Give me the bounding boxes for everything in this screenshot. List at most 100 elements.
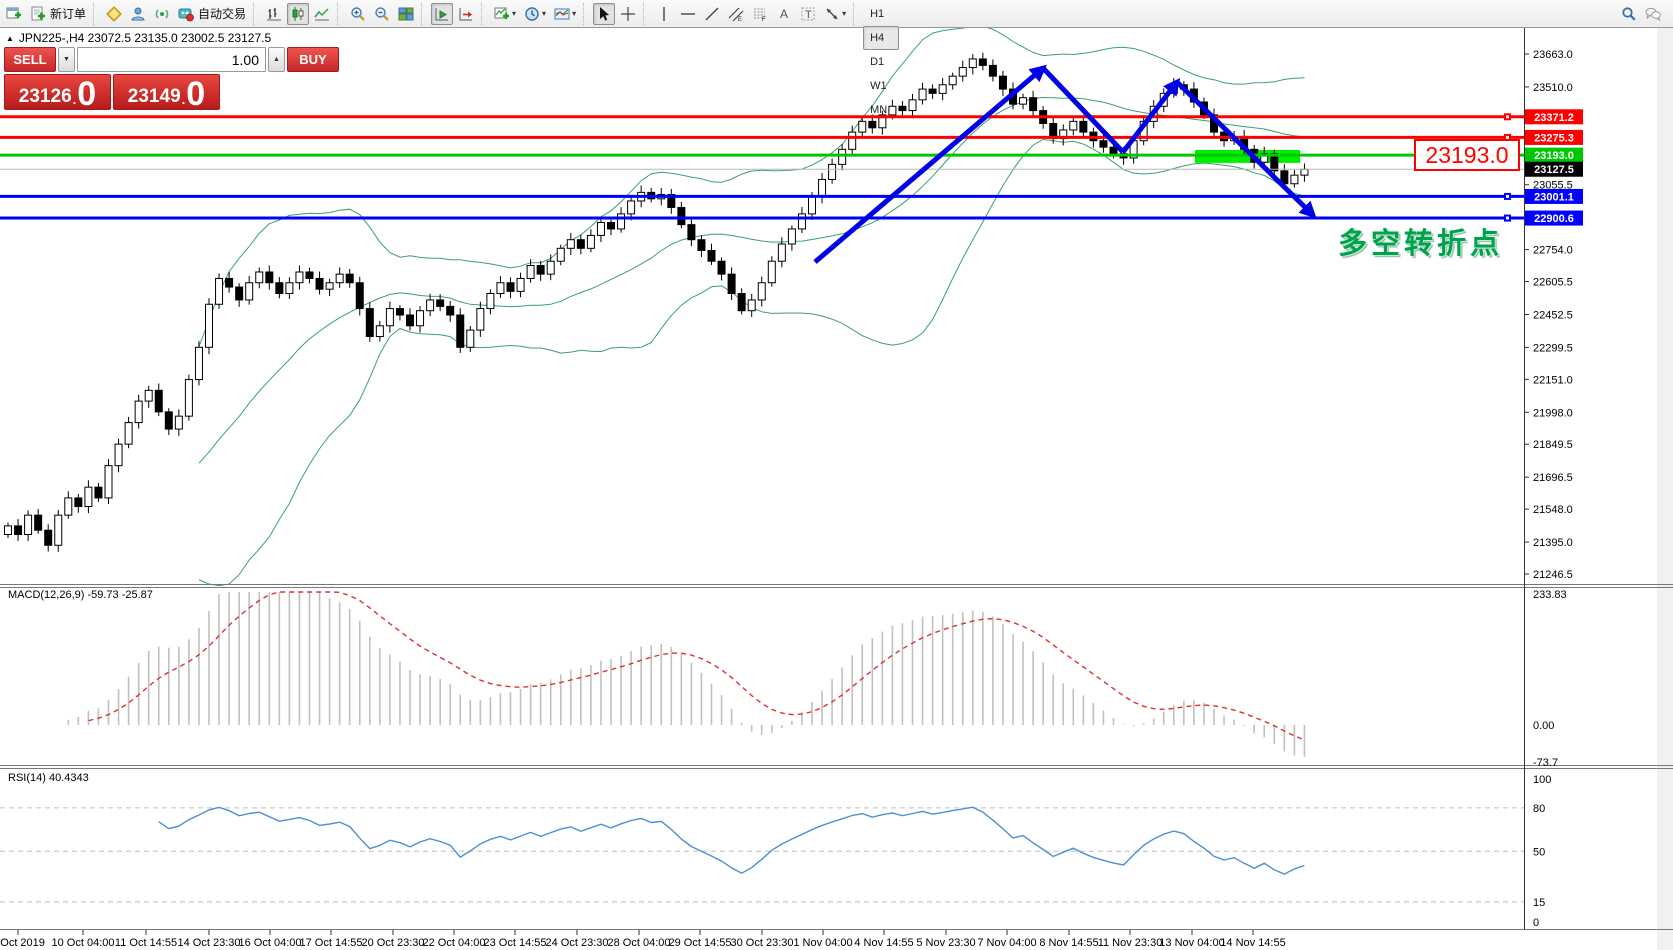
rsi-label: RSI(14) 40.4343 [8, 772, 89, 784]
equidistant-channel-button[interactable]: E [725, 3, 747, 25]
svg-text:22900.6: 22900.6 [1534, 213, 1574, 225]
volume-decrease-button[interactable]: ▼ [58, 47, 75, 72]
svg-text:22299.5: 22299.5 [1533, 342, 1573, 354]
crosshair-button[interactable] [617, 3, 639, 25]
svg-text:23 Oct 14:55: 23 Oct 14:55 [484, 937, 547, 949]
fibonacci-button[interactable]: F [749, 3, 771, 25]
indicators-icon [494, 6, 510, 22]
sell-price-pip: 0 [77, 81, 96, 108]
svg-text:14 Nov 14:55: 14 Nov 14:55 [1220, 937, 1285, 949]
autotrading-button[interactable]: 自动交易 [175, 3, 249, 25]
toolbar-separator [337, 3, 343, 25]
buy-price-dot: . [182, 93, 186, 106]
svg-text:24 Oct 23:30: 24 Oct 23:30 [546, 937, 609, 949]
svg-text:20 Oct 23:30: 20 Oct 23:30 [362, 937, 425, 949]
collapse-triangle-icon[interactable]: ▲ [6, 34, 14, 43]
price-level-callout[interactable]: 23193.0 [1414, 139, 1520, 171]
text-icon: A [776, 6, 792, 22]
macd-label: MACD(12,26,9) -59.73 -25.87 [8, 589, 153, 601]
timeframe-d1-button[interactable]: D1 [863, 50, 898, 74]
svg-text:22452.5: 22452.5 [1533, 309, 1573, 321]
svg-text:14 Oct 23:30: 14 Oct 23:30 [178, 937, 241, 949]
timeframe-mn-button[interactable]: MN [863, 98, 898, 122]
candlestick-chart-button[interactable] [287, 3, 309, 25]
text-button[interactable]: A [773, 3, 795, 25]
cursor-button[interactable] [593, 3, 615, 25]
templates-icon [554, 6, 570, 22]
chevron-down-icon[interactable]: ▾ [842, 9, 846, 18]
toolbar-right-group [1617, 3, 1665, 25]
trendline-button[interactable] [701, 3, 723, 25]
svg-text:11 Nov 23:30: 11 Nov 23:30 [1098, 937, 1163, 949]
line-chart-button[interactable] [311, 3, 333, 25]
signals-button[interactable] [151, 3, 173, 25]
toolbar-separator [583, 3, 589, 25]
svg-text:80: 80 [1533, 803, 1545, 815]
svg-text:23127.5: 23127.5 [1534, 164, 1574, 176]
chevron-down-icon[interactable]: ▾ [542, 9, 546, 18]
templates-button[interactable]: ▾ [551, 3, 579, 25]
tile-windows-button[interactable] [395, 3, 417, 25]
clock-icon [524, 6, 540, 22]
svg-text:8 Oct 2019: 8 Oct 2019 [0, 937, 45, 949]
svg-text:T: T [805, 9, 812, 21]
scrollbar[interactable] [1657, 28, 1673, 950]
autoscroll-button[interactable] [431, 3, 453, 25]
sell-price-panel[interactable]: 23126.0 [4, 74, 111, 110]
sell-price-dot: . [73, 93, 77, 106]
search-button[interactable] [1618, 3, 1640, 25]
terminal-window: 新订单 自动交易 [0, 0, 1673, 950]
zoom-in-button[interactable] [347, 3, 369, 25]
new-chart-icon [6, 6, 22, 22]
timeframe-w1-button[interactable]: W1 [863, 74, 898, 98]
svg-text:13 Nov 04:00: 13 Nov 04:00 [1159, 937, 1224, 949]
new-chart-button[interactable] [3, 3, 25, 25]
arrows-tools-icon [824, 6, 840, 22]
metaeditor-icon [106, 6, 122, 22]
community-button[interactable] [127, 3, 149, 25]
svg-text:22605.5: 22605.5 [1533, 277, 1573, 289]
svg-text:10 Oct 04:00: 10 Oct 04:00 [52, 937, 115, 949]
indicators-button[interactable]: ▾ [491, 3, 519, 25]
svg-text:23663.0: 23663.0 [1533, 49, 1573, 61]
horizontal-line-icon [680, 6, 696, 22]
chevron-down-icon[interactable]: ▾ [572, 9, 576, 18]
zoom-out-button[interactable] [371, 3, 393, 25]
svg-text:17 Oct 14:55: 17 Oct 14:55 [300, 937, 363, 949]
buy-price-panel[interactable]: 23149.0 [113, 74, 220, 110]
one-click-trade-panel: SELL ▼ ▲ BUY 23126.0 23149.0 [4, 47, 220, 110]
toolbar-separator [93, 3, 99, 25]
svg-text:5 Nov 23:30: 5 Nov 23:30 [916, 937, 975, 949]
svg-text:1 Nov 04:00: 1 Nov 04:00 [793, 937, 852, 949]
arrows-tools-button[interactable]: ▾ [821, 3, 849, 25]
svg-text:100: 100 [1533, 774, 1551, 786]
autotrading-label: 自动交易 [198, 5, 246, 22]
search-icon [1621, 6, 1637, 22]
chart-shift-button[interactable] [455, 3, 477, 25]
buy-price-pip: 0 [186, 81, 205, 108]
symbol-ohlc-line: ▲ JPN225-,H4 23072.5 23135.0 23002.5 231… [6, 31, 271, 45]
volume-input[interactable] [77, 47, 266, 72]
turning-point-label[interactable]: 多空转折点 [1338, 220, 1503, 262]
text-label-icon: T [800, 6, 816, 22]
svg-text:4 Nov 14:55: 4 Nov 14:55 [854, 937, 913, 949]
toolbar-separator [481, 3, 487, 25]
text-label-button[interactable]: T [797, 3, 819, 25]
horizontal-line-button[interactable] [677, 3, 699, 25]
svg-text:23193.0: 23193.0 [1534, 150, 1574, 162]
new-order-button[interactable]: 新订单 [27, 3, 89, 25]
chat-button[interactable] [1642, 3, 1664, 25]
autoscroll-icon [434, 6, 450, 22]
chevron-down-icon[interactable]: ▾ [512, 9, 516, 18]
sell-button[interactable]: SELL [4, 47, 56, 72]
bar-chart-button[interactable] [263, 3, 285, 25]
volume-increase-button[interactable]: ▲ [268, 47, 285, 72]
buy-button[interactable]: BUY [287, 47, 339, 72]
bar-chart-icon [266, 6, 282, 22]
metaeditor-button[interactable] [103, 3, 125, 25]
signals-icon [154, 6, 170, 22]
vertical-line-button[interactable] [653, 3, 675, 25]
timeframe-h1-button[interactable]: H1 [863, 2, 898, 26]
timeframe-h4-button[interactable]: H4 [863, 26, 898, 50]
periods-button[interactable]: ▾ [521, 3, 549, 25]
